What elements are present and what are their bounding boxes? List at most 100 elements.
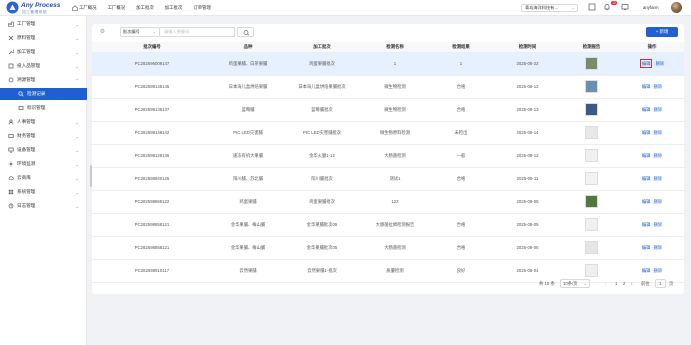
sidebar-item-label: 财务管理	[17, 133, 36, 138]
delete-button[interactable]: 删除	[654, 153, 663, 158]
nav-factory-overview[interactable]: 工厂概况	[72, 5, 97, 11]
report-thumbnail[interactable]	[585, 126, 598, 139]
bell-icon[interactable]	[603, 3, 611, 11]
edit-button[interactable]: 编辑	[642, 176, 651, 181]
action-separator: |	[651, 221, 653, 227]
person-icon	[8, 119, 14, 125]
edit-button[interactable]: 编辑	[642, 130, 651, 135]
delete-button[interactable]: 删除	[654, 176, 663, 181]
report-thumbnail[interactable]	[585, 149, 598, 162]
delete-button[interactable]: 删除	[656, 61, 665, 66]
report-thumbnail[interactable]	[585, 195, 598, 208]
edit-button[interactable]: 编辑	[639, 58, 653, 68]
sidebar-item-label-management[interactable]: 标识管理	[0, 102, 87, 114]
next-page-button[interactable]: ›	[631, 281, 632, 286]
delete-button[interactable]: 删除	[654, 130, 663, 135]
inspection-record-panel: ⚙ 批次编号 ⌄ 请输入关键词 + 新增 批次编号 品种 加工批次 检测名称 检…	[92, 24, 684, 294]
delete-button[interactable]: 删除	[654, 222, 663, 227]
sidebar-item-factory[interactable]: 工厂管理 ⌄	[0, 18, 87, 30]
sidebar-item-input-goods[interactable]: 投入品管理 ⌄	[0, 60, 87, 72]
edit-button[interactable]: 编辑	[642, 84, 651, 89]
cell-date: 2025-08-14	[492, 121, 563, 145]
report-thumbnail[interactable]	[585, 218, 598, 231]
column-header-report[interactable]: 检测报告	[563, 42, 620, 53]
sidebar-item-log[interactable]: 日志管理 ⌄	[0, 200, 87, 212]
table-row[interactable]: PC282598869122 鸡蛋果脯 鸡蛋果脯批次 123 2025-08-05 编辑|…	[92, 190, 684, 214]
column-header-inspection-name[interactable]: 检测名称	[360, 42, 430, 53]
delete-button[interactable]: 删除	[654, 268, 663, 273]
nav-process-batch[interactable]: 加工批次	[136, 5, 154, 11]
delete-button[interactable]: 删除	[654, 245, 663, 250]
sidebar-item-inspection-record[interactable]: 检测记录	[0, 88, 87, 100]
nav-factory-overview-2[interactable]: 工厂概况	[108, 5, 126, 11]
sidebar-item-material[interactable]: 原料管理 ⌄	[0, 32, 87, 44]
chevron-up-icon: ⌃	[75, 77, 79, 83]
edit-button[interactable]: 编辑	[642, 199, 651, 204]
table-row[interactable]: PC282598145145 日本海儿盒烘焙果脯 日本海儿盒烘焙果脯批次 微生物检测合…	[92, 75, 684, 99]
delete-button[interactable]: 删除	[654, 107, 663, 112]
column-header-result[interactable]: 检测结果	[430, 42, 492, 53]
column-header-variety[interactable]: 品种	[212, 42, 284, 53]
cell-inspection-name: 123	[360, 190, 430, 214]
report-thumbnail[interactable]	[585, 172, 598, 185]
settings-icon[interactable]: ⚙	[98, 28, 107, 37]
toolbar: ⚙ 批次编号 ⌄ 请输入关键词 + 新增	[92, 24, 684, 42]
user-name[interactable]: anyfarm	[643, 5, 659, 10]
report-thumbnail[interactable]	[585, 103, 598, 116]
edit-button[interactable]: 编辑	[642, 268, 651, 273]
message-icon[interactable]	[621, 3, 629, 11]
avatar[interactable]	[671, 2, 682, 13]
table-row[interactable]: PC282598128136 速冻有机大果脯 金华火腿1-12 大肠菌检测 一般 2025…	[92, 144, 684, 168]
table-row[interactable]: PC282598858121 金华果脯、梅山脯 金华果脯批次05 大肠菌检测 合格 202…	[92, 236, 684, 260]
sidebar-item-trace[interactable]: 溯源管理 ⌃	[0, 74, 87, 86]
table-row[interactable]: PC282596009147 鸡蛋果脯、白茶果脯 鸡蛋果脯批次 1 1 2025-08-2…	[92, 52, 684, 76]
cell-report	[563, 167, 620, 191]
page-2-button[interactable]: 2	[623, 281, 625, 286]
search-input[interactable]: 请输入关键词	[160, 27, 235, 37]
search-button[interactable]	[237, 27, 254, 37]
fullscreen-icon[interactable]	[588, 3, 596, 11]
column-header-batch-id[interactable]: 批次编号	[92, 42, 212, 53]
nav-order-management[interactable]: 订单管理	[193, 5, 211, 11]
report-thumbnail[interactable]	[585, 57, 598, 70]
sidebar-item-personnel[interactable]: 人事管理 ⌄	[0, 116, 87, 128]
table-header-row: 批次编号 品种 加工批次 检测名称 检测结果 检测时间 检测报告 操作	[92, 42, 684, 53]
table-row[interactable]: PC282598148142 PIC LED灾害脯 PIC LED灾害脯批次 微生物原…	[92, 121, 684, 145]
edit-button[interactable]: 编辑	[642, 245, 651, 250]
column-header-process-batch[interactable]: 加工批次	[284, 42, 360, 53]
table-row[interactable]: PC282598858121 金华果脯、梅山脯 金华果脯批次05 大肠菌拉姆检测报告合…	[92, 213, 684, 237]
page-1-button[interactable]: 1	[615, 281, 617, 286]
delete-button[interactable]: 删除	[654, 199, 663, 204]
sidebar-item-cloud-store[interactable]: 云商库 ⌄	[0, 172, 87, 184]
sidebar-item-device[interactable]: 设备管理 ⌄	[0, 144, 87, 156]
search-field-select[interactable]: 批次编号 ⌄	[120, 27, 160, 37]
edit-button[interactable]: 编辑	[642, 107, 651, 112]
table-row[interactable]: PC282598940125 阳川脯、苏北脯 阳川脯批次 测试1 合格 2025-08-1…	[92, 167, 684, 191]
nav-process-batch-2[interactable]: 加工批次	[165, 5, 183, 11]
cell-actions: 编辑|删除	[620, 167, 684, 191]
report-thumbnail[interactable]	[585, 264, 598, 277]
column-header-date[interactable]: 检测时间	[492, 42, 563, 53]
cell-report	[563, 236, 620, 260]
page-size-select[interactable]: 10条/页 ⌄	[560, 279, 590, 288]
report-thumbnail[interactable]	[585, 241, 598, 254]
delete-button[interactable]: 删除	[654, 84, 663, 89]
sidebar-item-finance[interactable]: 财务管理 ⌄	[0, 130, 87, 142]
edit-button[interactable]: 编辑	[642, 153, 651, 158]
edit-button[interactable]: 编辑	[642, 222, 651, 227]
sidebar-item-environment[interactable]: 环境监测 ⌄	[0, 158, 87, 170]
sidebar-item-system[interactable]: 系统管理 ⌄	[0, 186, 87, 198]
table-row[interactable]: PC282598138137 蓝莓脯 蓝莓脯批次 微生物检测 合格 2025-08-13 编…	[92, 98, 684, 122]
goto-page-input[interactable]: 1	[655, 279, 666, 288]
report-thumbnail[interactable]	[585, 80, 598, 93]
goto-label: 前往	[641, 281, 650, 286]
factory-select[interactable]: 青岛海洋科技有… ⌄	[521, 4, 578, 12]
sidebar-item-process[interactable]: 加工管理 ⌄	[0, 46, 87, 58]
add-button[interactable]: + 新增	[646, 27, 678, 37]
prev-page-button[interactable]: ‹	[605, 281, 606, 286]
column-header-actions: 操作	[620, 42, 684, 53]
cell-actions: 编辑|删除	[620, 144, 684, 168]
finance-icon	[8, 134, 14, 138]
notification-badge: 12	[611, 1, 617, 5]
cell-report	[563, 98, 620, 122]
